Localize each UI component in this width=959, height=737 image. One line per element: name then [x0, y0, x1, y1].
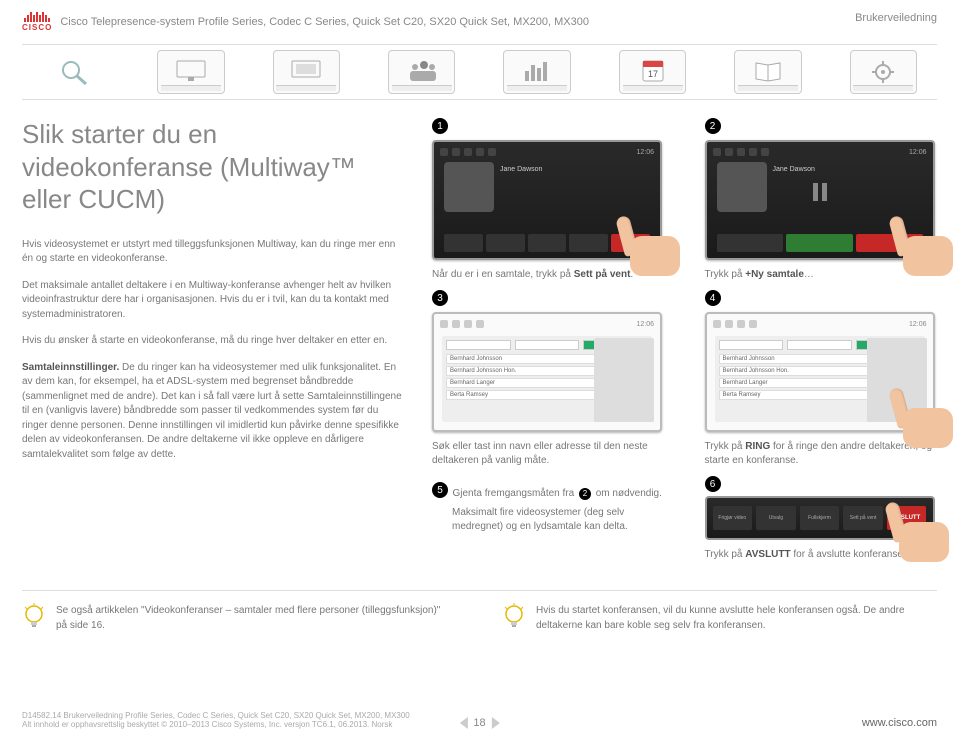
step-3: 3 12:06 Bernhard Johnsson Bernhard Johns…: [432, 290, 665, 468]
step-6: 6 Frigjør video Utvalg Fullskjerm Sett p…: [705, 476, 938, 562]
ab-btn: Utvalg: [756, 506, 796, 530]
lightbulb-icon: [22, 603, 46, 633]
step-5-num: 5: [432, 482, 448, 498]
step-2-num: 2: [705, 118, 721, 134]
ab-btn: Fullskjerm: [800, 506, 840, 530]
nav-screen-2[interactable]: [273, 50, 340, 94]
avatar-icon: [717, 162, 767, 212]
step-3-num: 3: [432, 290, 448, 306]
gear-icon: [863, 57, 903, 87]
monitor-icon: [171, 57, 211, 87]
svg-text:17: 17: [648, 69, 658, 79]
nav-screen-1[interactable]: [157, 50, 224, 94]
footer-line-1: D14582.14 Brukerveiledning Profile Serie…: [22, 711, 410, 720]
people-icon: [402, 57, 442, 87]
cisco-wordmark: CISCO: [22, 23, 52, 32]
page: CISCO Cisco Telepresence-system Profile …: [0, 0, 959, 737]
nav-search[interactable]: [42, 50, 109, 94]
hand-pointer-icon: [600, 216, 680, 276]
chart-icon: [517, 57, 557, 87]
intro-p3: Hvis du ønsker å starte en videokonferan…: [22, 334, 402, 349]
cisco-bars-icon: [24, 12, 50, 22]
next-page-arrow-icon[interactable]: [492, 717, 500, 729]
caller-name: Jane Dawson: [773, 162, 923, 173]
step-ref-badge: 2: [579, 488, 591, 500]
p4-text: De du ringer kan ha videosystemer med ul…: [22, 362, 402, 460]
avatar-icon: [444, 162, 494, 212]
step-4-screen: 12:06 Bernhard Johnsson Bernhard Johnsso…: [705, 312, 935, 432]
nav-people[interactable]: [388, 50, 455, 94]
steps-grid: 1 12:06 Jane Dawson Når du er i en samta…: [432, 118, 937, 562]
step-2: 2 12:06 Jane Dawson Trykk på +Ny samtale…: [705, 118, 938, 282]
footer-url[interactable]: www.cisco.com: [862, 717, 937, 729]
step-5-caption: Gjenta fremgangsmåten fra 2 om nødvendig…: [452, 488, 661, 499]
nav-chart[interactable]: [503, 50, 570, 94]
hand-pointer-icon: [869, 502, 949, 562]
step-4: 4 12:06 Bernhard Johnsson Bernhard Johns…: [705, 290, 938, 468]
main-content: Slik starter du en videokonferanse (Mult…: [22, 118, 937, 562]
page-number: 18: [473, 717, 485, 729]
hand-pointer-icon: [873, 216, 953, 276]
lightbulb-icon: [502, 603, 526, 633]
page-number-nav: 18: [459, 717, 499, 729]
nav-settings[interactable]: [850, 50, 917, 94]
step-1: 1 12:06 Jane Dawson Når du er i en samta…: [432, 118, 665, 282]
caller-name: Jane Dawson: [500, 162, 650, 173]
step-2-screen: 12:06 Jane Dawson: [705, 140, 935, 260]
page-title: Slik starter du en videokonferanse (Mult…: [22, 118, 402, 216]
book-icon: [748, 57, 788, 87]
p4-label: Samtaleinnstillinger.: [22, 362, 119, 373]
logo-group: CISCO Cisco Telepresence-system Profile …: [22, 12, 589, 32]
nav-calendar[interactable]: 17: [619, 50, 686, 94]
step-3-screen: 12:06 Bernhard Johnsson Bernhard Johnsso…: [432, 312, 662, 432]
top-nav: 17: [22, 44, 937, 100]
side-panel: [594, 338, 654, 422]
step-6-screen: Frigjør video Utvalg Fullskjerm Sett på …: [705, 496, 935, 540]
step-4-num: 4: [705, 290, 721, 306]
nav-book[interactable]: [734, 50, 801, 94]
cisco-logo: CISCO: [22, 12, 52, 32]
intro-p1: Hvis videosystemet er utstyrt med tilleg…: [22, 238, 402, 267]
step-5: 5 Gjenta fremgangsmåten fra 2 om nødvend…: [432, 476, 665, 562]
step-6-num: 6: [705, 476, 721, 492]
tip-2-text: Hvis du startet konferansen, vil du kunn…: [536, 603, 922, 633]
footer-line-2: Alt innhold er opphavsrettslig beskyttet…: [22, 720, 410, 729]
calendar-icon: 17: [633, 57, 673, 87]
footer-tips: Se også artikkelen "Videokonferanser – s…: [22, 590, 937, 645]
bottom-footer: D14582.14 Brukerveiledning Profile Serie…: [22, 711, 937, 729]
monitor-icon: [286, 57, 326, 87]
step-1-screen: 12:06 Jane Dawson: [432, 140, 662, 260]
step-5-caption-2: Maksimalt fire videosystemer (deg selv m…: [452, 506, 665, 534]
intro-p4: Samtaleinnstillinger. De du ringer kan h…: [22, 361, 402, 463]
product-line: Cisco Telepresence-system Profile Series…: [60, 16, 589, 28]
left-column: Slik starter du en videokonferanse (Mult…: [22, 118, 402, 562]
magnifier-icon: [56, 57, 96, 87]
step-3-caption: Søk eller tast inn navn eller adresse ti…: [432, 440, 665, 468]
pause-icon: [813, 183, 827, 201]
screen-time: 12:06: [636, 149, 654, 156]
intro-p2: Det maksimale antallet deltakere i en Mu…: [22, 279, 402, 323]
page-header: CISCO Cisco Telepresence-system Profile …: [22, 12, 937, 40]
tip-1: Se også artikkelen "Videokonferanser – s…: [22, 603, 442, 633]
prev-page-arrow-icon[interactable]: [459, 717, 467, 729]
tip-1-text: Se også artikkelen "Videokonferanser – s…: [56, 603, 442, 633]
tip-2: Hvis du startet konferansen, vil du kunn…: [502, 603, 922, 633]
guide-label: Brukerveiledning: [855, 12, 937, 24]
footer-meta: D14582.14 Brukerveiledning Profile Serie…: [22, 711, 410, 729]
hand-pointer-icon: [873, 388, 953, 448]
ab-btn: Frigjør video: [713, 506, 753, 530]
step-1-num: 1: [432, 118, 448, 134]
